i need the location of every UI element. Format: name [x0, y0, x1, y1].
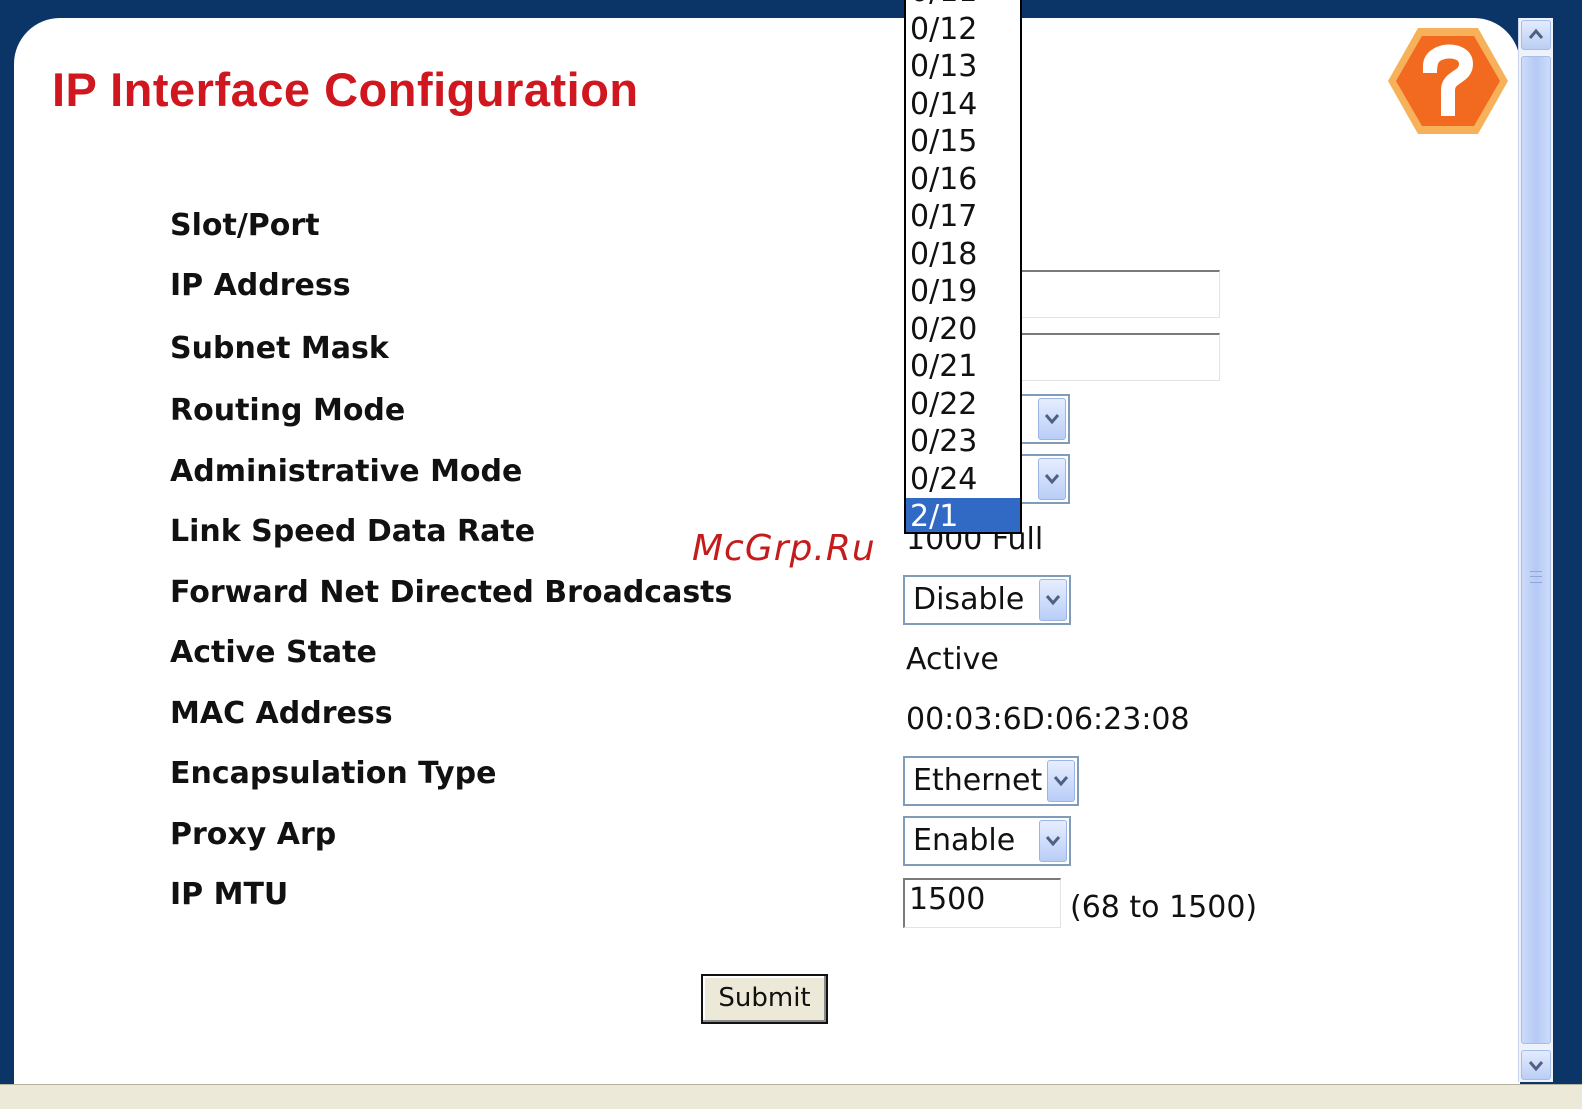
grip-icon [1530, 571, 1542, 583]
dropdown-option[interactable]: 0/17 [906, 198, 1020, 236]
label-mac-address: MAC Address [170, 696, 393, 731]
dropdown-option[interactable]: 0/11 [906, 0, 1020, 11]
ip-mtu-range: (68 to 1500) [1070, 890, 1258, 925]
vertical-scrollbar[interactable] [1518, 18, 1553, 1082]
slot-port-dropdown-list[interactable]: 0/110/120/130/140/150/160/170/180/190/20… [904, 0, 1022, 534]
scroll-up-button[interactable] [1521, 20, 1551, 50]
label-ip-mtu: IP MTU [170, 877, 289, 912]
proxy-arp-select[interactable]: Enable [903, 816, 1071, 866]
status-bar [0, 1084, 1582, 1109]
mac-address-value: 00:03:6D:06:23:08 [906, 702, 1190, 737]
encapsulation-type-value: Ethernet [913, 763, 1043, 798]
dropdown-option[interactable]: 0/24 [906, 461, 1020, 499]
ip-address-input[interactable] [1000, 270, 1220, 318]
dropdown-option[interactable]: 0/14 [906, 86, 1020, 124]
dropdown-option[interactable]: 0/15 [906, 123, 1020, 161]
active-state-value: Active [906, 642, 999, 677]
scroll-down-button[interactable] [1521, 1050, 1551, 1080]
chevron-down-icon[interactable] [1039, 579, 1067, 621]
proxy-arp-value: Enable [913, 823, 1016, 858]
label-encapsulation-type: Encapsulation Type [170, 756, 497, 791]
dropdown-option[interactable]: 0/18 [906, 236, 1020, 274]
encapsulation-type-select[interactable]: Ethernet [903, 756, 1079, 806]
label-routing-mode: Routing Mode [170, 393, 406, 428]
dropdown-option[interactable]: 0/21 [906, 348, 1020, 386]
dropdown-option[interactable]: 0/22 [906, 386, 1020, 424]
scrollbar-thumb[interactable] [1521, 56, 1551, 1044]
label-active-state: Active State [170, 635, 377, 670]
submit-button[interactable]: Submit [701, 974, 828, 1024]
label-slot-port: Slot/Port [170, 208, 320, 243]
dropdown-option[interactable]: 2/1 [906, 498, 1020, 532]
dropdown-option[interactable]: 0/23 [906, 423, 1020, 461]
label-forward-broadcasts: Forward Net Directed Broadcasts [170, 575, 733, 610]
dropdown-option[interactable]: 0/20 [906, 311, 1020, 349]
help-question-icon[interactable] [1386, 26, 1510, 136]
label-ip-address: IP Address [170, 268, 351, 303]
label-link-speed: Link Speed Data Rate [170, 514, 536, 549]
dropdown-option[interactable]: 0/19 [906, 273, 1020, 311]
label-proxy-arp: Proxy Arp [170, 817, 337, 852]
chevron-down-icon[interactable] [1047, 760, 1075, 802]
forward-broadcasts-value: Disable [913, 582, 1025, 617]
chevron-down-icon[interactable] [1039, 820, 1067, 862]
dropdown-option[interactable]: 0/13 [906, 48, 1020, 86]
chevron-down-icon[interactable] [1038, 458, 1066, 500]
watermark: McGrp.Ru [692, 528, 876, 569]
label-subnet-mask: Subnet Mask [170, 331, 389, 366]
dropdown-option[interactable]: 0/16 [906, 161, 1020, 199]
dropdown-option[interactable]: 0/12 [906, 11, 1020, 49]
chevron-down-icon[interactable] [1038, 398, 1066, 440]
label-administrative-mode: Administrative Mode [170, 454, 523, 489]
page-title: IP Interface Configuration [52, 63, 639, 116]
subnet-mask-input[interactable] [1000, 333, 1220, 381]
forward-broadcasts-select[interactable]: Disable [903, 575, 1071, 625]
ip-mtu-input[interactable]: 1500 [903, 878, 1061, 928]
